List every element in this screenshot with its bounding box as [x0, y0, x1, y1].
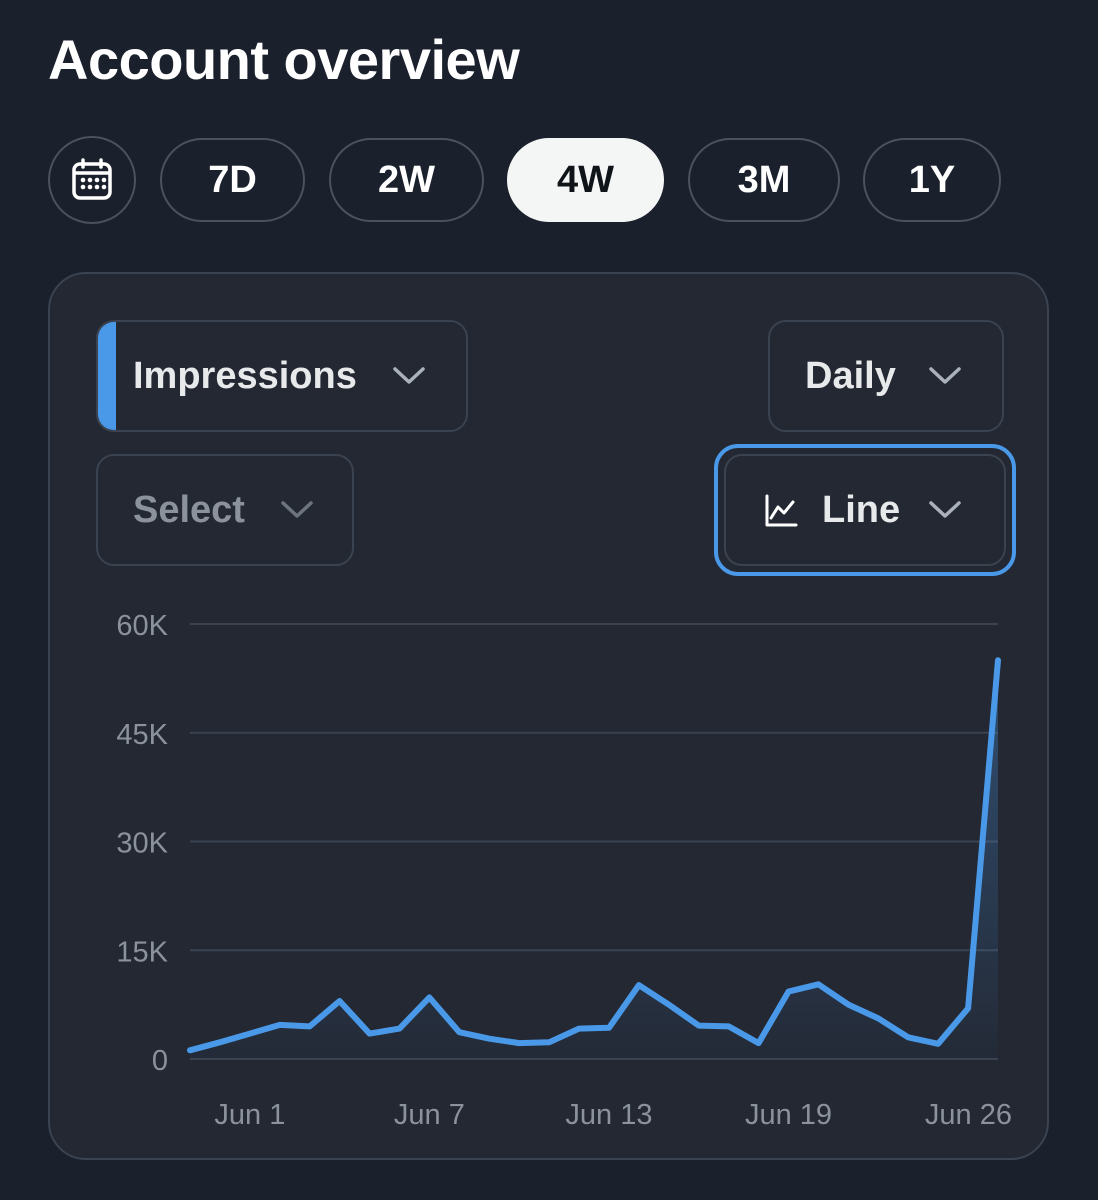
y-tick-label: 30K	[116, 828, 168, 860]
y-tick-label: 60K	[116, 610, 168, 642]
y-tick-label: 15K	[116, 936, 168, 968]
chart-type-label: Line	[822, 488, 901, 531]
x-tick-label: Jun 19	[745, 1099, 832, 1131]
impressions-series-line	[187, 657, 1001, 1054]
range-3m-button[interactable]: 3M	[688, 138, 840, 222]
range-2w-button[interactable]: 2W	[329, 138, 484, 222]
range-1y-button[interactable]: 1Y	[863, 138, 1001, 222]
interval-dropdown-label: Daily	[805, 354, 896, 397]
metric-color-indicator	[98, 322, 116, 430]
interval-dropdown[interactable]: Daily	[768, 320, 1004, 432]
compare-metric-dropdown[interactable]: Select	[96, 454, 354, 566]
chevron-down-icon	[929, 501, 961, 518]
y-tick-label: 45K	[116, 719, 168, 751]
chevron-down-icon	[393, 367, 425, 384]
range-2w-label: 2W	[378, 158, 435, 201]
range-7d-button[interactable]: 7D	[160, 138, 305, 222]
line-chart-icon	[765, 494, 798, 527]
range-4w-label: 4W	[557, 158, 614, 201]
impressions-line-chart: 0 15K 30K 45K 60K Jun 1 Jun 7 Jun 13 Jun 19 Jun …	[116, 610, 1012, 1131]
calendar-button[interactable]	[48, 136, 136, 224]
impressions-area-fill	[190, 660, 998, 1059]
x-tick-label: Jun 1	[214, 1099, 285, 1131]
range-7d-label: 7D	[208, 158, 257, 201]
page-title: Account overview	[48, 28, 520, 91]
y-tick-label: 0	[152, 1045, 168, 1077]
metric-dropdown[interactable]: Impressions	[96, 320, 468, 432]
range-4w-button[interactable]: 4W	[507, 138, 664, 222]
compare-dropdown-placeholder: Select	[133, 488, 245, 531]
chevron-down-icon	[281, 501, 313, 518]
calendar-icon	[72, 158, 112, 200]
chart-card: Impressions Daily Select Line 0 15K 30K …	[48, 272, 1049, 1160]
chevron-down-icon	[929, 367, 961, 384]
metric-dropdown-label: Impressions	[133, 354, 357, 397]
range-1y-label: 1Y	[908, 158, 956, 201]
chart-type-dropdown[interactable]: Line	[724, 454, 1006, 566]
x-tick-label: Jun 26	[925, 1099, 1012, 1131]
range-3m-label: 3M	[737, 158, 791, 201]
x-tick-label: Jun 13	[565, 1099, 652, 1131]
x-tick-label: Jun 7	[394, 1099, 465, 1131]
